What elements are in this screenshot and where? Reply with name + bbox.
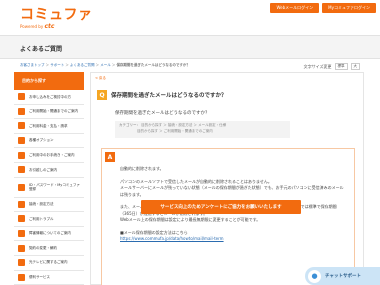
- back-label: 戻る: [99, 76, 107, 80]
- logo-powered-by: Powered by ctc: [20, 23, 93, 30]
- page-title: よくあるご質問: [20, 46, 63, 53]
- font-size-standard-button[interactable]: 標準: [334, 63, 348, 70]
- category-link[interactable]: 目的から探す ＞ ご利用開始・開通までのご案内: [137, 129, 213, 133]
- chat-label: チャットサポート: [325, 274, 361, 279]
- question-badge: Q: [97, 90, 107, 100]
- category-link[interactable]: 目的から探す ＞ 接続・設定方法 ＞ メール設定・仕様: [141, 123, 226, 127]
- logo-text: コミュファ: [20, 7, 93, 23]
- mycommufa-login-button[interactable]: Myコミュファログイン: [322, 3, 376, 13]
- logo-powered-label: Powered by: [20, 24, 44, 29]
- sidebar-item-services[interactable]: 便利サービス: [14, 270, 84, 285]
- answer-badge: A: [105, 152, 115, 162]
- font-size-large-button[interactable]: 大: [350, 63, 360, 70]
- yen-icon: [18, 122, 25, 130]
- commufa-logo[interactable]: コミュファ Powered by ctc: [20, 8, 93, 30]
- truck-icon: [18, 166, 25, 174]
- sidebar-item-connection[interactable]: 接続・設定方法: [14, 197, 84, 213]
- plus-icon: [18, 137, 25, 145]
- breadcrumb-item[interactable]: メール: [100, 63, 111, 67]
- sidebar-heading: 目的から探す: [14, 72, 84, 90]
- chat-support-button[interactable]: ● チャットサポート: [305, 267, 380, 285]
- answer-link[interactable]: https://www.commufa.jp/data/howto/mail/m…: [120, 236, 345, 243]
- font-size-control: 文字サイズ変更 標準 大: [304, 63, 360, 70]
- sidebar-item-procedures[interactable]: ご利用中のお手続き・ご案内: [14, 148, 84, 163]
- question-heading: Q 保存期間を過ぎたメールはどうなるのですか？: [97, 90, 227, 100]
- faq-panel: < 戻る Q 保存期間を過ぎたメールはどうなるのですか？ 保存期間を過ぎたメール…: [90, 72, 364, 285]
- breadcrumb: お客さまトップ ＞ サポート ＞ よくあるご質問 ＞ メール ＞ 保存期間を過ぎ…: [20, 63, 190, 67]
- font-size-label: 文字サイズ変更: [303, 63, 332, 69]
- category-label: カテゴリー：: [119, 123, 140, 127]
- answer-paragraph: パソコンのメールソフトで受信したメールが自動的に削除されることはありません。 メ…: [120, 178, 344, 197]
- question-text: 保存期間を過ぎたメールはどうなるのですか？: [115, 111, 210, 116]
- plug-icon: [18, 200, 25, 208]
- sidebar-item-start[interactable]: ご利用開始・開通までのご案内: [14, 104, 84, 120]
- sidebar-item-tv[interactable]: 光テレビに関するご案内: [14, 255, 84, 271]
- sidebar-item-consider[interactable]: お申し込みをご検討中の方: [14, 90, 84, 105]
- back-link[interactable]: < 戻る: [95, 76, 106, 81]
- site-header: コミュファ Powered by ctc Webメールログイン Myコミュファロ…: [0, 0, 380, 35]
- person-icon: [18, 93, 25, 101]
- title-bar: よくあるご質問: [0, 35, 380, 59]
- webmail-login-button[interactable]: Webメールログイン: [270, 3, 320, 13]
- key-icon: [18, 183, 25, 191]
- warning-icon: [18, 215, 25, 223]
- sidebar-item-billing[interactable]: ご利用料金・支払・請求: [14, 119, 84, 134]
- sidebar-item-cancel[interactable]: 契約の変更・解約: [14, 241, 84, 256]
- exchange-icon: [18, 244, 25, 252]
- chat-icon: ●: [308, 269, 321, 283]
- breadcrumb-item[interactable]: サポート: [50, 63, 64, 67]
- sidebar-item-options[interactable]: 各種オプション: [14, 133, 84, 149]
- flag-icon: [18, 107, 25, 115]
- document-icon: [18, 151, 25, 159]
- sidebar: 目的から探す お申し込みをご検討中の方 ご利用開始・開通までのご案内 ご利用料金…: [14, 72, 84, 285]
- sidebar-item-moving[interactable]: お引越しのご案内: [14, 162, 84, 178]
- sidebar-item-trouble[interactable]: ご利用トラブル: [14, 212, 84, 227]
- sidebar-item-outage[interactable]: 障害情報についてのご案内: [14, 226, 84, 242]
- info-icon: [18, 230, 25, 238]
- survey-button[interactable]: サービス向上のためアンケートにご協力をお願いいたします: [141, 200, 301, 214]
- breadcrumb-item[interactable]: よくあるご質問: [70, 63, 95, 67]
- answer-paragraph: 自動的に削除されます。: [120, 166, 164, 171]
- question-title: 保存期間を過ぎたメールはどうなるのですか？: [111, 93, 227, 99]
- sidebar-item-id[interactable]: ID・パスワード・Myコミュファ登録: [14, 177, 84, 198]
- header-buttons: Webメールログイン Myコミュファログイン: [270, 3, 376, 13]
- star-icon: [18, 273, 25, 281]
- category-box: カテゴリー： 目的から探す ＞ 接続・設定方法 ＞ メール設定・仕様 目的から探…: [115, 121, 290, 138]
- tv-icon: [18, 259, 25, 267]
- logo-ctc: ctc: [44, 23, 55, 30]
- breadcrumb-item[interactable]: お客さまトップ: [20, 63, 45, 67]
- breadcrumb-current: 保存期間を過ぎたメールはどうなるのですか？: [116, 63, 190, 67]
- answer-box: A 自動的に削除されます。 パソコンのメールソフトで受信したメールが自動的に削除…: [101, 148, 355, 285]
